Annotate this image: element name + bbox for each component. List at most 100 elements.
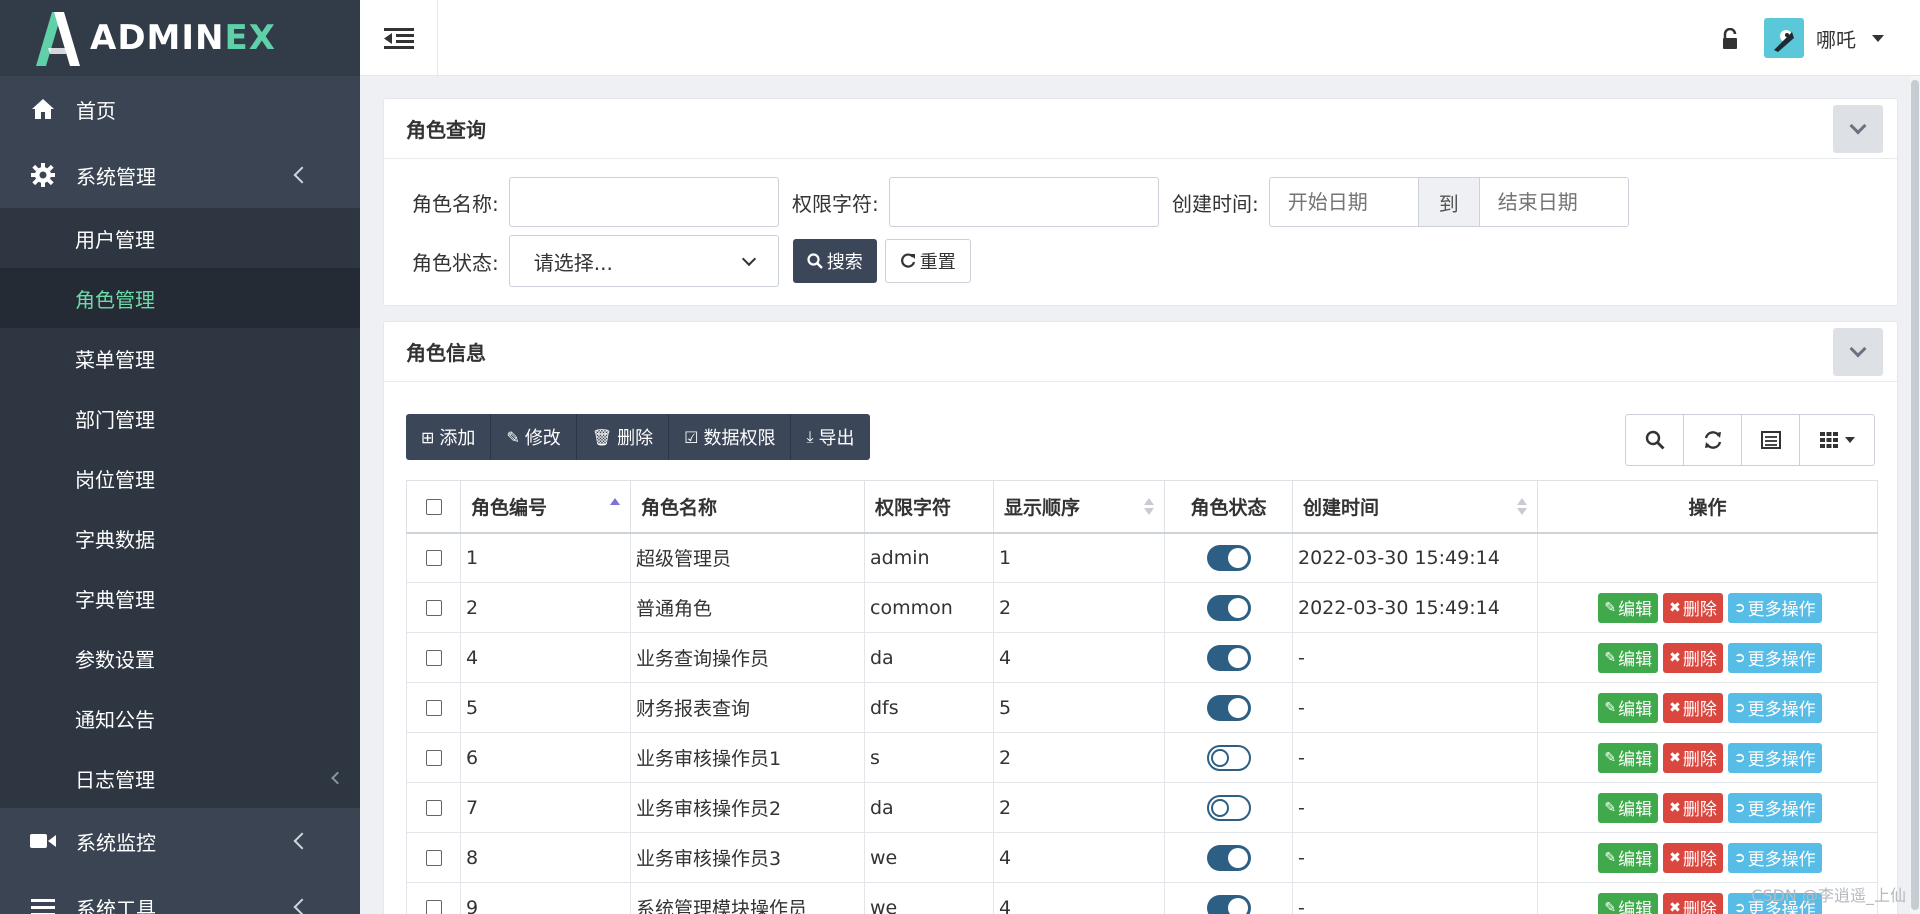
row-delete-button[interactable]: ✖ 删除 (1663, 792, 1723, 823)
select-all-checkbox[interactable] (425, 498, 442, 515)
row-delete-button[interactable]: ✖ 删除 (1663, 842, 1723, 873)
row-checkbox[interactable] (425, 650, 442, 666)
row-edit-button[interactable]: ✎ 编辑 (1598, 792, 1659, 823)
row-checkbox[interactable] (425, 750, 442, 766)
table-row[interactable]: 9 系统管理模块操作员 we 4- ✎ 编辑 ✖ 删除 ➲ 更多操作 (406, 882, 1878, 914)
perm-input[interactable] (888, 177, 1159, 227)
table-toggle-view-button[interactable] (1742, 415, 1800, 465)
row-edit-button[interactable]: ✎ 编辑 (1598, 842, 1659, 873)
row-delete-button[interactable]: ✖ 删除 (1663, 742, 1723, 773)
sidebar-toggle-button[interactable] (360, 0, 438, 76)
cell-create-time: 2022-03-30 15:49:14 (1292, 532, 1538, 583)
status-toggle[interactable] (1206, 694, 1251, 721)
row-checkbox[interactable] (425, 550, 442, 567)
status-toggle[interactable] (1206, 844, 1251, 871)
data-permission-button[interactable]: ☑ 数据权限 (669, 414, 792, 460)
table-row[interactable]: 1 超级管理员 admin 1 2022-03-30 15:49:14 (406, 532, 1878, 583)
edit-button[interactable]: ✎ 修改 (491, 414, 577, 460)
sidebar-item-dict-data[interactable]: 字典数据 (0, 508, 360, 568)
table-refresh-button[interactable] (1684, 415, 1742, 465)
sidebar-item-label: 通知公告 (75, 707, 155, 732)
sidebar-item-logs[interactable]: 日志管理 (0, 748, 360, 808)
table-row[interactable]: 2 普通角色 common 2 2022-03-30 15:49:14 ✎ 编辑 ✖ 删除 ➲ 更多… (406, 582, 1878, 633)
end-date-input[interactable] (1479, 178, 1628, 226)
search-icon (1645, 430, 1664, 450)
cell-role-name: 系统管理模块操作员 (630, 882, 865, 914)
row-more-button[interactable]: ➲ 更多操作 (1727, 792, 1822, 823)
plus-square-icon: ⊞ (421, 427, 435, 447)
row-delete-button[interactable]: ✖ 删除 (1663, 592, 1723, 623)
user-name[interactable]: 哪吒 (1816, 24, 1856, 53)
caret-down-icon[interactable] (1872, 35, 1884, 42)
status-toggle[interactable] (1206, 744, 1251, 771)
collapse-button[interactable] (1833, 105, 1883, 153)
nav-system-management[interactable]: 系统管理 (0, 142, 360, 208)
table-row[interactable]: 5 财务报表查询 dfs 5- ✎ 编辑 ✖ 删除 ➲ 更多操作 (406, 682, 1878, 733)
search-button[interactable]: 搜索 (792, 239, 877, 283)
cell-create-time: 2022-03-30 15:49:14 (1292, 582, 1538, 633)
delete-button[interactable]: 🗑 删除 (577, 414, 670, 460)
col-label: 角色编号 (471, 496, 548, 519)
add-button[interactable]: ⊞ 添加 (406, 414, 492, 460)
row-more-button[interactable]: ➲ 更多操作 (1727, 642, 1822, 673)
status-toggle[interactable] (1206, 544, 1251, 571)
lock-icon[interactable] (1720, 27, 1740, 50)
row-more-button[interactable]: ➲ 更多操作 (1727, 842, 1822, 873)
nav-system-monitor[interactable]: 系统监控 (0, 808, 360, 874)
row-more-label: 更多操作 (1747, 800, 1816, 820)
row-edit-button[interactable]: ✎ 编辑 (1598, 692, 1659, 723)
sidebar-item-users[interactable]: 用户管理 (0, 208, 360, 268)
nav-system-tools[interactable]: 系统工具 (0, 874, 360, 914)
status-toggle[interactable] (1206, 894, 1251, 914)
row-delete-button[interactable]: ✖ 删除 (1663, 642, 1723, 673)
col-sort-order[interactable]: 显示顺序 (993, 480, 1165, 534)
status-select[interactable]: 请选择... (508, 235, 779, 287)
chevron-circle-right-icon: ➲ (1733, 649, 1746, 666)
sidebar-item-params[interactable]: 参数设置 (0, 628, 360, 688)
nav-home[interactable]: 首页 (0, 76, 360, 142)
row-edit-button[interactable]: ✎ 编辑 (1598, 592, 1659, 623)
sidebar-item-roles[interactable]: 角色管理 (0, 268, 360, 328)
row-checkbox[interactable] (425, 600, 442, 616)
scrollbar-thumb[interactable] (1911, 80, 1919, 910)
sidebar-item-posts[interactable]: 岗位管理 (0, 448, 360, 508)
row-delete-button[interactable]: ✖ 删除 (1663, 692, 1723, 723)
avatar[interactable] (1764, 18, 1804, 58)
export-button[interactable]: ⤓ 导出 (791, 414, 869, 460)
row-more-button[interactable]: ➲ 更多操作 (1727, 742, 1822, 773)
row-select-cell (406, 732, 461, 783)
table-columns-button[interactable] (1800, 415, 1874, 465)
role-name-input[interactable] (508, 177, 779, 227)
row-actions: ✎ 编辑 ✖ 删除 ➲ 更多操作 (1543, 692, 1877, 723)
page-scrollbar[interactable] (1910, 76, 1920, 914)
row-more-button[interactable]: ➲ 更多操作 (1727, 592, 1822, 623)
row-checkbox[interactable] (425, 850, 442, 866)
status-toggle[interactable] (1206, 794, 1251, 821)
sidebar-item-departments[interactable]: 部门管理 (0, 388, 360, 448)
row-edit-button[interactable]: ✎ 编辑 (1598, 742, 1659, 773)
table-row[interactable]: 8 业务审核操作员3 we 4- ✎ 编辑 ✖ 删除 ➲ 更多操作 (406, 832, 1878, 883)
table-row[interactable]: 4 业务查询操作员 da 4- ✎ 编辑 ✖ 删除 ➲ 更多操作 (406, 632, 1878, 683)
status-toggle[interactable] (1206, 594, 1251, 621)
col-role-id[interactable]: 角色编号 (460, 480, 631, 534)
start-date-input[interactable] (1269, 178, 1418, 226)
collapse-button[interactable] (1833, 328, 1883, 376)
row-checkbox[interactable] (425, 700, 442, 716)
table-row[interactable]: 6 业务审核操作员1 s 2- ✎ 编辑 ✖ 删除 ➲ 更多操作 (406, 732, 1878, 783)
cell-status (1164, 782, 1293, 833)
row-checkbox[interactable] (425, 800, 442, 816)
table-search-button[interactable] (1626, 415, 1684, 465)
row-edit-button[interactable]: ✎ 编辑 (1598, 892, 1659, 914)
sidebar-item-dict-management[interactable]: 字典管理 (0, 568, 360, 628)
status-toggle[interactable] (1206, 644, 1251, 671)
row-checkbox[interactable] (425, 900, 442, 914)
sidebar-item-notices[interactable]: 通知公告 (0, 688, 360, 748)
brand-logo[interactable]: ADMINEX (0, 0, 360, 76)
row-edit-button[interactable]: ✎ 编辑 (1598, 642, 1659, 673)
sidebar-item-menus[interactable]: 菜单管理 (0, 328, 360, 388)
reset-button[interactable]: 重置 (884, 239, 971, 283)
row-delete-button[interactable]: ✖ 删除 (1663, 892, 1723, 914)
row-more-button[interactable]: ➲ 更多操作 (1727, 692, 1822, 723)
col-create-time[interactable]: 创建时间 (1292, 480, 1538, 534)
table-row[interactable]: 7 业务审核操作员2 da 2- ✎ 编辑 ✖ 删除 ➲ 更多操作 (406, 782, 1878, 833)
